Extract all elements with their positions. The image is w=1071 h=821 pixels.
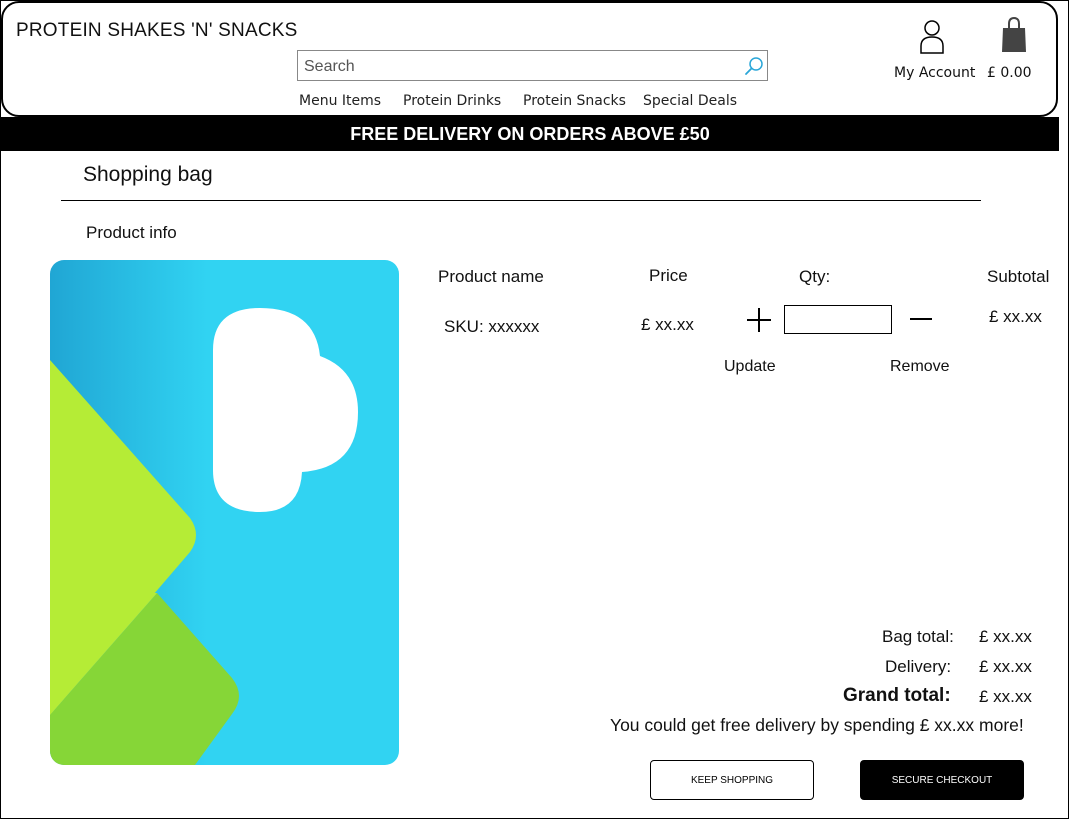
nav-menu-items[interactable]: Menu Items (299, 93, 381, 109)
product-sku: SKU: xxxxxx (444, 317, 540, 336)
secure-checkout-button[interactable]: SECURE CHECKOUT (860, 760, 1024, 800)
price-header: Price (649, 266, 688, 285)
bag-total-label: Bag total: (882, 627, 954, 646)
site-logo[interactable]: PROTEIN SHAKES 'N' SNACKS (16, 20, 297, 42)
shopping-bag-icon[interactable] (1001, 17, 1027, 53)
plus-icon[interactable] (746, 307, 772, 333)
my-account-link[interactable]: My Account (894, 65, 975, 81)
free-delivery-message: You could get free delivery by spending … (610, 715, 1024, 735)
remove-link[interactable]: Remove (890, 358, 950, 376)
nav-protein-snacks[interactable]: Protein Snacks (523, 93, 626, 109)
basket-total[interactable]: £ 0.00 (987, 65, 1032, 81)
nav-protein-drinks[interactable]: Protein Drinks (403, 93, 501, 109)
grand-total-label: Grand total: (843, 685, 951, 706)
delivery-value: £ xx.xx (979, 657, 1032, 676)
image-placeholder-icon (50, 260, 399, 765)
minus-icon[interactable] (909, 307, 933, 331)
site-header: PROTEIN SHAKES 'N' SNACKS Menu Items Pro… (1, 1, 1058, 117)
nav-special-deals[interactable]: Special Deals (643, 93, 737, 109)
qty-header: Qty: (799, 267, 831, 286)
delivery-label: Delivery: (885, 657, 952, 676)
search-icon[interactable] (743, 55, 765, 77)
product-subtotal: £ xx.xx (989, 307, 1042, 326)
search-box (297, 50, 768, 81)
grand-total-value: £ xx.xx (979, 687, 1032, 706)
account-icon[interactable] (919, 19, 945, 55)
page-title: Shopping bag (83, 163, 213, 186)
quantity-input[interactable] (784, 305, 892, 334)
keep-shopping-button[interactable]: KEEP SHOPPING (650, 760, 814, 800)
product-price: £ xx.xx (641, 315, 694, 334)
product-info-heading: Product info (86, 223, 177, 242)
update-link[interactable]: Update (724, 358, 776, 376)
divider (61, 200, 981, 201)
product-name[interactable]: Product name (438, 267, 544, 287)
bag-total-value: £ xx.xx (979, 627, 1032, 646)
search-input[interactable] (302, 52, 736, 81)
delivery-banner: FREE DELIVERY ON ORDERS ABOVE £50 (1, 117, 1059, 151)
subtotal-header: Subtotal (987, 267, 1050, 286)
